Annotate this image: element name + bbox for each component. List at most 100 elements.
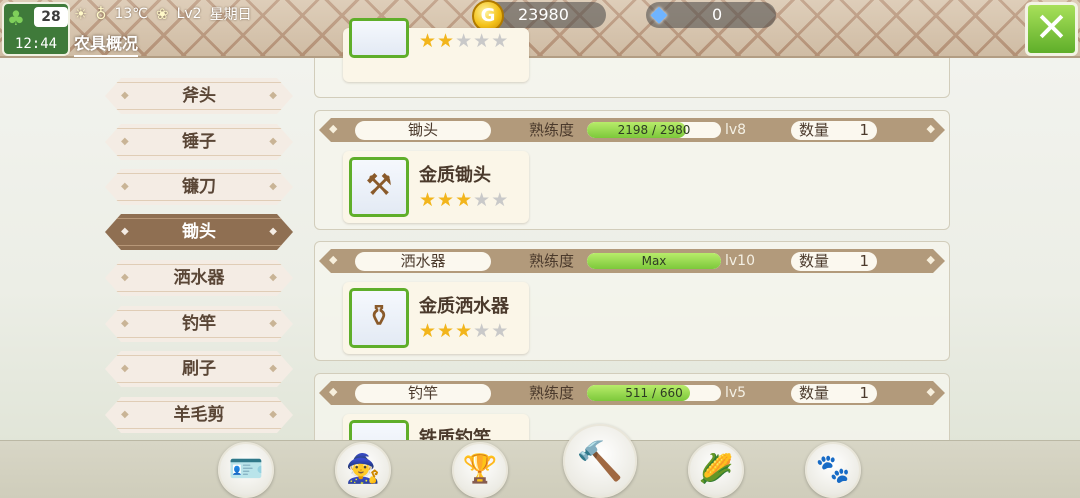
quantity-pill: 数量 1 <box>791 252 877 271</box>
diamond-ornament-icon: ◆ <box>269 272 277 283</box>
star-empty-icon: ★ <box>455 30 474 52</box>
diamond-ornament-icon: ◆ <box>329 253 338 266</box>
drop-icon: ♁ <box>95 5 107 23</box>
item-card[interactable]: ★★★★★ <box>343 18 529 82</box>
axe-icon <box>349 18 409 58</box>
diamond-ornament-icon: ◆ <box>269 90 277 101</box>
diamond-ornament-icon: ◆ <box>926 122 935 135</box>
trophy-icon: 🏆 <box>462 452 498 485</box>
watering-can-icon: ⚱ <box>349 288 409 348</box>
diamond-ornament-icon: ◆ <box>269 226 277 237</box>
item-name: 金质锄头 <box>419 165 491 186</box>
proficiency-bar: 2198 / 2980 <box>587 122 721 138</box>
proficiency-text: Max <box>641 254 667 268</box>
tool-header-bar: ◆ 锄头 熟练度 2198 / 2980 lv8 数量 1 ◆ <box>319 118 945 142</box>
temperature: 13℃ <box>114 6 148 22</box>
category-tab-shears[interactable]: ◆ 羊毛剪 ◆ <box>105 397 293 433</box>
star-empty-icon: ★ <box>491 189 510 211</box>
diamond-ornament-icon: ◆ <box>269 318 277 329</box>
tool-category-name: 洒水器 <box>355 252 491 271</box>
item-card[interactable]: ⚱ 金质洒水器 ★★★★★ <box>343 282 529 354</box>
hammer-icon: 🔨 <box>576 439 624 483</box>
star-filled-icon: ★ <box>455 189 474 211</box>
gem-value: 0 <box>712 5 723 24</box>
id-card-icon: 🪪 <box>228 452 264 485</box>
bottom-nav <box>0 440 1080 498</box>
tool-level: lv10 <box>725 253 755 269</box>
diamond-icon: ◆ <box>650 2 668 27</box>
quantity-value: 1 <box>859 252 869 270</box>
star-filled-icon: ★ <box>455 320 474 342</box>
close-icon: ✕ <box>1034 5 1069 51</box>
paw-icon: 🐾 <box>815 452 851 485</box>
diamond-ornament-icon: ◆ <box>269 181 277 192</box>
star-empty-icon: ★ <box>473 189 492 211</box>
quantity-value: 1 <box>859 384 869 402</box>
gold-counter[interactable]: G 23980 <box>472 0 606 32</box>
proficiency-text: 511 / 660 <box>625 386 683 400</box>
achievement-button[interactable]: 🏆 <box>452 442 508 498</box>
status-row: ☀ ♁ 13℃ ❀ Lv2 星期日 <box>74 4 252 24</box>
diamond-ornament-icon: ◆ <box>269 136 277 147</box>
star-empty-icon: ★ <box>473 30 492 52</box>
diamond-ornament-icon: ◆ <box>329 122 338 135</box>
diamond-ornament-icon: ◆ <box>269 363 277 374</box>
quantity-value: 1 <box>859 121 869 139</box>
quantity-pill: 数量 1 <box>791 121 877 140</box>
close-button[interactable]: ✕ <box>1025 2 1078 56</box>
proficiency-label: 熟练度 <box>529 121 575 139</box>
tool-level: lv8 <box>725 122 747 138</box>
tool-panel-hoe: ◆ 锄头 熟练度 2198 / 2980 lv8 数量 1 ◆ ⚒ 金质锄头 ★… <box>314 110 950 230</box>
profile-card-button[interactable]: 🪪 <box>218 442 274 498</box>
tool-header-bar: ◆ 洒水器 熟练度 Max lv10 数量 1 ◆ <box>319 249 945 273</box>
category-tab-brush[interactable]: ◆ 刷子 ◆ <box>105 351 293 387</box>
category-tab-axe[interactable]: ◆ 斧头 ◆ <box>105 78 293 114</box>
item-name: 金质洒水器 <box>419 296 509 317</box>
corn-icon: 🌽 <box>698 452 734 485</box>
category-tab-label: 斧头 <box>182 86 216 106</box>
category-tab-fishing-rod[interactable]: ◆ 钓竿 ◆ <box>105 306 293 342</box>
star-rating: ★★★★★ <box>419 320 509 342</box>
category-tab-hammer[interactable]: ◆ 锤子 ◆ <box>105 124 293 160</box>
category-tab-hoe[interactable]: ◆ 锄头 ◆ <box>105 214 293 250</box>
category-tab-label: 锤子 <box>182 132 216 152</box>
category-tab-label: 镰刀 <box>182 177 216 197</box>
pets-button[interactable]: 🐾 <box>805 442 861 498</box>
item-card[interactable]: ⚒ 金质锄头 ★★★★★ <box>343 151 529 223</box>
player-badge[interactable]: ♣ 28 12:44 <box>2 2 70 56</box>
tool-category-name: 锄头 <box>355 121 491 140</box>
star-filled-icon: ★ <box>419 189 438 211</box>
gem-counter[interactable]: ◆ 0 <box>646 2 776 28</box>
star-filled-icon: ★ <box>437 189 456 211</box>
diamond-ornament-icon: ◆ <box>926 253 935 266</box>
tool-panel-previous: ★★★★★ <box>314 18 950 98</box>
star-empty-icon: ★ <box>491 320 510 342</box>
star-empty-icon: ★ <box>491 30 510 52</box>
sun-icon: ☀ <box>74 5 88 23</box>
category-tab-label: 锄头 <box>182 222 216 242</box>
quantity-label: 数量 <box>799 384 830 402</box>
season-level: Lv2 <box>176 6 202 22</box>
category-tab-label: 羊毛剪 <box>173 405 225 425</box>
proficiency-text: 2198 / 2980 <box>617 123 691 137</box>
star-filled-icon: ★ <box>437 320 456 342</box>
tool-category-name: 钓竿 <box>355 384 491 403</box>
diamond-ornament-icon: ◆ <box>926 385 935 398</box>
tools-button[interactable]: 🔨 <box>563 424 637 498</box>
tool-panel-watering-can: ◆ 洒水器 熟练度 Max lv10 数量 1 ◆ ⚱ 金质洒水器 ★★★★★ <box>314 241 950 361</box>
diamond-ornament-icon: ◆ <box>269 409 277 420</box>
star-filled-icon: ★ <box>419 320 438 342</box>
star-rating: ★★★★★ <box>419 189 509 211</box>
category-tab-watering-can[interactable]: ◆ 洒水器 ◆ <box>105 260 293 296</box>
proficiency-bar: 511 / 660 <box>587 385 721 401</box>
character-button[interactable]: 🧙 <box>335 442 391 498</box>
star-rating: ★★★★★ <box>419 30 509 52</box>
clover-icon: ♣ <box>7 6 25 30</box>
star-empty-icon: ★ <box>473 320 492 342</box>
category-tab-sickle[interactable]: ◆ 镰刀 ◆ <box>105 169 293 205</box>
player-level: 28 <box>34 7 68 27</box>
tool-level: lv5 <box>725 385 747 401</box>
crops-button[interactable]: 🌽 <box>688 442 744 498</box>
leaf-icon: ❀ <box>156 5 169 23</box>
star-filled-icon: ★ <box>419 30 438 52</box>
